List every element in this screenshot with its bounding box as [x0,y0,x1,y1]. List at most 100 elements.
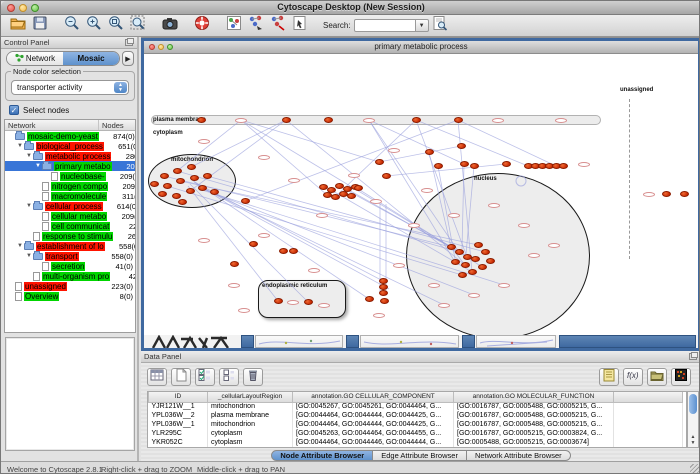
network-node[interactable] [210,189,219,195]
network-node[interactable] [447,244,456,250]
tree-row[interactable]: multi-organism pro42(0) [5,271,135,281]
table-cell[interactable]: [GO:0016787, GO:0005488, GO:0005215, G..… [454,447,614,448]
tree-row[interactable]: unassigned223(0) [5,281,135,291]
network-node[interactable] [451,259,460,265]
network-node[interactable] [172,193,181,199]
tree-row[interactable]: ▼cellular process614(0) [5,201,135,211]
network-node[interactable] [176,178,185,184]
network-node[interactable] [203,173,212,179]
table-row[interactable]: YKR052Ccytoplasm[GO:0044464, GO:0044446,… [149,438,683,447]
network-node[interactable] [190,175,199,181]
table-cell[interactable]: [GO:0016787, GO:0005488, GO:0005215, G..… [454,411,614,420]
table-cell[interactable]: YKR052C [149,438,208,447]
network-node[interactable] [461,262,470,268]
table-cell[interactable]: [GO:0044464, GO:0044446, GO:0044444, G..… [293,438,454,447]
table-cell[interactable]: [GO:0044464, GO:0044444, GO:0044425, G..… [293,411,454,420]
table-cell[interactable]: [GO:0045267, GO:0045261, GO:0044464, G..… [293,402,454,411]
zoom-in-button[interactable] [83,16,105,36]
network-node[interactable] [470,163,479,169]
scrollbar-arrows[interactable]: ▲▼ [688,434,698,446]
tab-network[interactable]: Network [7,52,63,65]
table-cell[interactable]: YLR295C [149,429,208,438]
network-node[interactable] [173,168,182,174]
tree-row[interactable]: Overview8(0) [5,291,135,301]
network-node[interactable] [380,298,389,304]
expand-arrow-icon[interactable]: ▼ [26,253,33,259]
destroy-network-view-button[interactable] [267,16,289,36]
network-node[interactable] [434,163,443,169]
search-dropdown-button[interactable]: ▼ [416,19,429,32]
tree-row[interactable]: nucleobase-209(0) [5,171,135,181]
network-node[interactable] [160,173,169,179]
network-node[interactable] [502,161,511,167]
network-node[interactable] [197,117,206,123]
table-cell[interactable]: YPL036W__2 [149,411,208,420]
network-node[interactable] [241,198,250,204]
table-row[interactable]: YDR039C__1mitochondrion[GO:0044464, GO:0… [149,447,683,448]
tree-row[interactable]: mosaic-demo-yeast874(0) [5,131,135,141]
network-node[interactable] [274,298,283,304]
table-row[interactable]: YJR121W__1mitochondrion[GO:0045267, GO:0… [149,402,683,411]
table-cell[interactable]: [GO:0044464, GO:0044444, GO:0044425, G..… [293,447,454,448]
expand-arrow-icon[interactable]: ▼ [26,153,33,159]
tree-row[interactable]: ▼transport558(0) [5,251,135,261]
network-node[interactable] [375,159,384,165]
self-loop-edge[interactable] [516,176,526,186]
birds-eye-view[interactable] [5,337,135,451]
network-edge[interactable] [200,188,474,295]
search-go-button[interactable] [429,16,451,36]
table-column-header[interactable]: annotation.GO CELLULAR_COMPONENT [293,392,454,402]
network-edge[interactable] [202,190,504,285]
table-cell[interactable]: YJR121W__1 [149,402,208,411]
network-node[interactable] [486,258,495,264]
save-button[interactable] [29,16,51,36]
tree-row[interactable]: ▼establishment of lo558(0) [5,241,135,251]
table-cell[interactable]: mitochondrion [208,447,293,448]
network-node[interactable] [354,185,363,191]
import-attributes-button[interactable] [647,368,667,386]
network-node[interactable] [178,199,187,205]
network-node[interactable] [186,188,195,194]
annotation-button[interactable] [289,16,311,36]
table-cell[interactable]: cytoplasm [208,429,293,438]
network-node[interactable] [249,241,258,247]
tab-node-attribute-browser[interactable]: Node Attribute Browser [271,450,373,461]
table-column-header[interactable]: ID [149,392,208,402]
network-node[interactable] [481,249,490,255]
tree-row[interactable]: cellular metabo209(0) [5,211,135,221]
table-cell[interactable]: mitochondrion [208,402,293,411]
network-node[interactable] [198,185,207,191]
expand-arrow-icon[interactable]: ▼ [17,143,24,149]
network-edge[interactable] [241,120,327,195]
network-edge[interactable] [190,120,286,191]
network-edge[interactable] [369,120,464,164]
new-network-view-button[interactable] [223,16,245,36]
network-node[interactable] [230,261,239,267]
network-node[interactable] [304,299,313,305]
network-node[interactable] [455,249,464,255]
tab-edge-attribute-browser[interactable]: Edge Attribute Browser [373,450,467,461]
attribute-matrix-button[interactable] [671,368,691,386]
table-row[interactable]: YLR295Ccytoplasm[GO:0045263, GO:0044464,… [149,429,683,438]
network-node[interactable] [289,248,298,254]
scrollbar-thumb[interactable] [689,394,697,414]
table-cell[interactable]: mitochondrion [208,420,293,429]
resize-grip[interactable] [690,464,700,474]
network-node[interactable] [379,290,388,296]
tree-row[interactable]: response to stimulu264(0) [5,231,135,241]
network-node[interactable] [458,272,467,278]
tab-mosaic[interactable]: Mosaic [63,52,119,65]
network-node[interactable] [662,191,671,197]
network-node[interactable] [478,264,487,270]
network-window-titlebar[interactable]: primary metabolic process [144,41,698,54]
network-node[interactable] [454,117,463,123]
table-cell[interactable]: [GO:0045263, GO:0044464, GO:0044455, G..… [293,429,454,438]
table-cell[interactable]: [GO:0016787, GO:0005215, GO:0003824, G..… [454,429,614,438]
table-cell[interactable]: [GO:0044464, GO:0044444, GO:0044425, G..… [293,420,454,429]
tree-row[interactable]: macromolecule311(0) [5,191,135,201]
network-node[interactable] [460,161,469,167]
network-edge[interactable] [167,186,462,275]
network-node[interactable] [457,143,466,149]
tree-row[interactable]: ▼biological_process651(0) [5,141,135,151]
table-column-header[interactable]: annotation.GO MOLECULAR_FUNCTION [454,392,614,402]
